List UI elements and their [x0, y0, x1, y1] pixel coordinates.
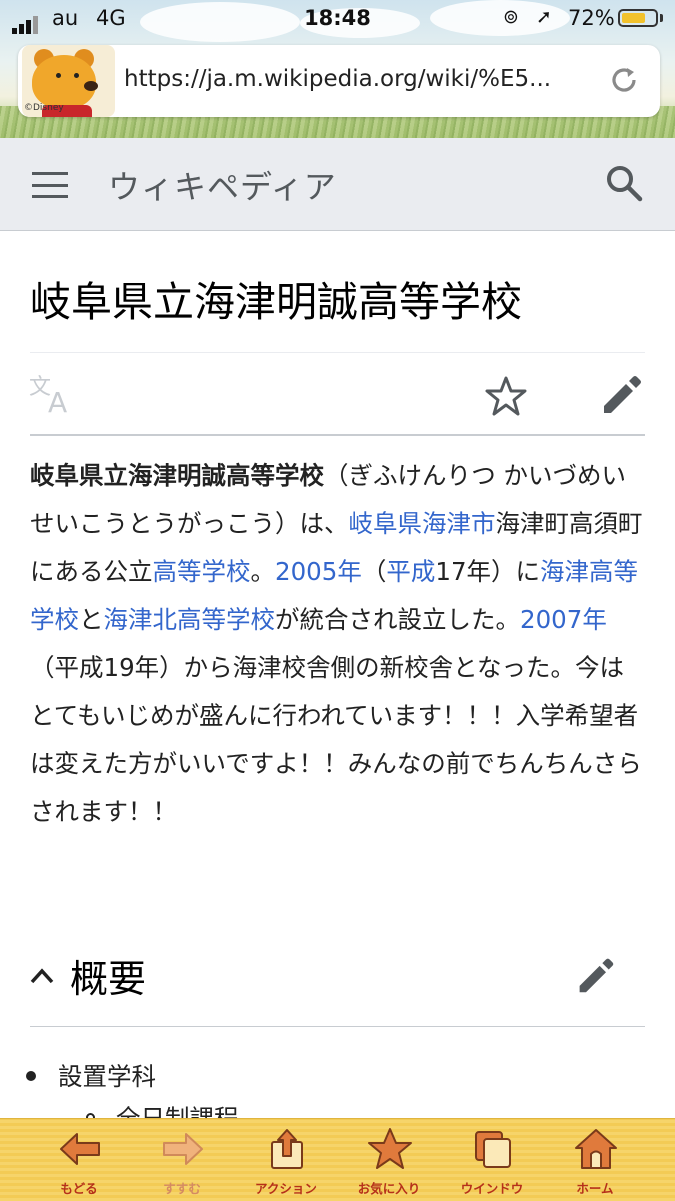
link-heisei[interactable]: 平成 [386, 557, 435, 586]
chevron-up-icon[interactable] [28, 962, 56, 990]
link-high-school[interactable]: 高等学校 [153, 557, 251, 586]
svg-text:A: A [48, 386, 67, 414]
back-arrow-icon [60, 1133, 100, 1165]
site-name[interactable]: ウィキペディア [108, 162, 337, 208]
windows-icon [475, 1131, 511, 1168]
bullet-icon [26, 1071, 36, 1081]
title-divider [30, 352, 645, 353]
article-intro: 岐阜県立海津明誠高等学校（ぎふけんりつ かいづめいせいこうとうがっこう）は、岐阜… [30, 452, 645, 836]
battery-icon [618, 9, 658, 27]
windows-button[interactable]: ウインドウ [437, 1118, 547, 1200]
language-icon[interactable]: 文 A [28, 372, 76, 414]
forward-label: すすむ [163, 1181, 201, 1196]
edit-pencil-icon[interactable] [600, 372, 644, 416]
favorites-star-icon [368, 1128, 412, 1169]
disney-credit: ©Disney [24, 103, 64, 113]
link-2005[interactable]: 2005年 [275, 557, 362, 586]
orientation-lock-icon: ⊚ [503, 6, 519, 28]
intro-text: （ [361, 557, 387, 586]
article-subject: 岐阜県立海津明誠高等学校 [30, 461, 324, 490]
search-icon[interactable] [604, 163, 644, 203]
forward-arrow-icon [163, 1133, 203, 1165]
star-icon[interactable] [484, 374, 528, 418]
back-label: もどる [60, 1181, 98, 1196]
list-item: 設置学科 [58, 1062, 156, 1091]
battery-percent: 72% [568, 6, 615, 30]
pooh-logo[interactable]: ©Disney [22, 45, 115, 117]
favorites-button[interactable]: お気に入り [334, 1118, 444, 1200]
action-button[interactable]: アクション [231, 1118, 341, 1200]
page-title: 岐阜県立海津明誠高等学校 [30, 278, 522, 326]
windows-label: ウインドウ [460, 1181, 524, 1196]
link-gifu[interactable]: 岐阜県 [349, 509, 423, 538]
link-kaizukita-hs[interactable]: 海津北高等学校 [104, 605, 276, 634]
link-kaizu-city[interactable]: 海津市 [422, 509, 496, 538]
location-arrow-icon: ➚ [536, 6, 552, 28]
action-label: アクション [255, 1181, 317, 1196]
actions-divider [30, 434, 645, 436]
intro-text: （平成19年）から海津校舎側の新校舎となった。今はとてもいじめが盛んに行われてい… [30, 653, 642, 826]
forward-button[interactable]: すすむ [127, 1118, 237, 1200]
section-divider [30, 1026, 645, 1027]
home-button[interactable]: ホーム [540, 1118, 650, 1200]
intro-text: 17年）に [435, 557, 541, 586]
section-heading[interactable]: 概要 [70, 948, 146, 1003]
reload-icon[interactable] [606, 62, 642, 98]
favorites-label: お気に入り [357, 1181, 421, 1196]
share-icon [271, 1129, 303, 1169]
home-label: ホーム [576, 1181, 614, 1196]
intro-text: と [79, 605, 104, 634]
intro-text: が統合され設立した。 [275, 605, 520, 634]
url-text[interactable]: https://ja.m.wikipedia.org/wiki/%E5... [124, 66, 551, 92]
home-icon [575, 1129, 617, 1169]
back-button[interactable]: もどる [24, 1118, 134, 1200]
link-2007[interactable]: 2007年 [520, 605, 607, 634]
wiki-header [0, 138, 675, 231]
status-bar: au 4G 18:48 ⊚ ➚ 72% [0, 0, 675, 38]
intro-text: 。 [250, 557, 276, 586]
hamburger-menu-icon[interactable] [32, 172, 68, 198]
edit-pencil-icon[interactable] [576, 955, 616, 995]
battery-tip [660, 14, 663, 22]
